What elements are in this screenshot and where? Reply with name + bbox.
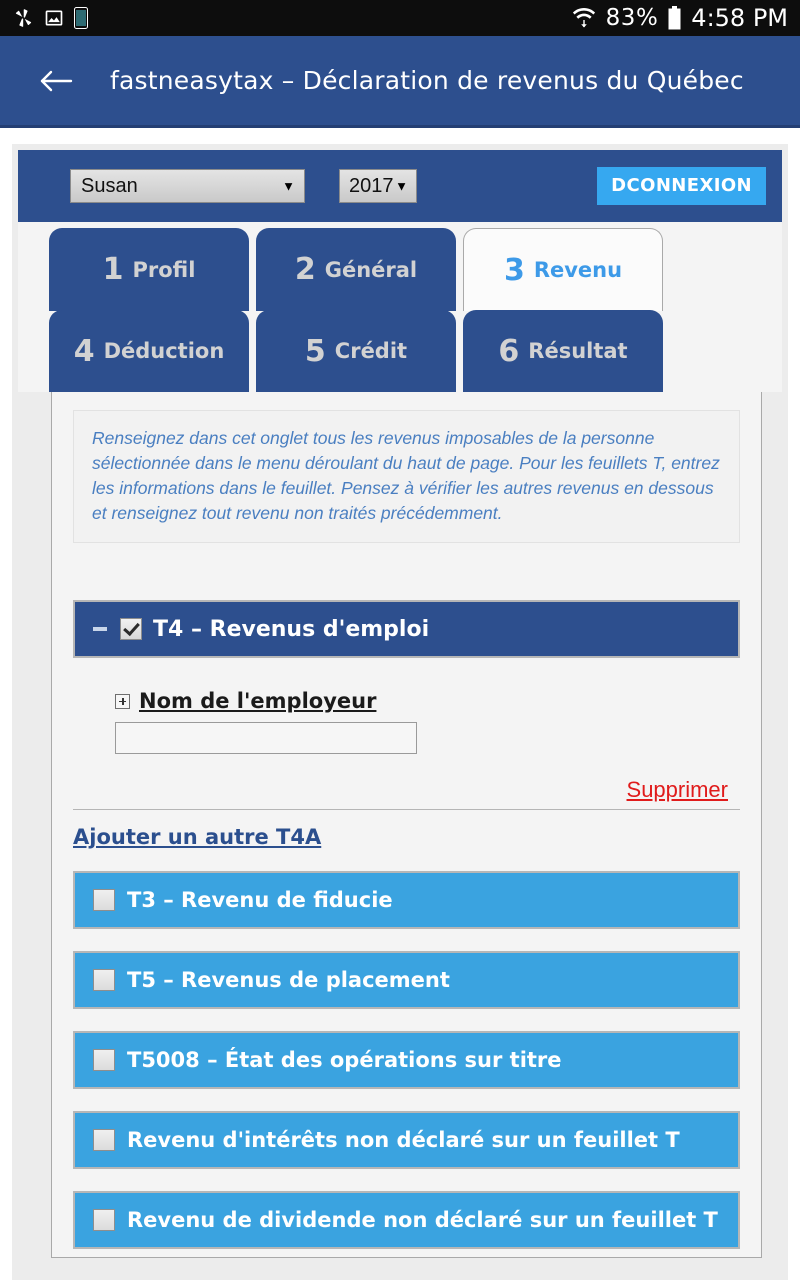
interets-checkbox[interactable] xyxy=(93,1129,115,1152)
battery-icon xyxy=(668,6,681,30)
income-row-label: T5 – Revenus de placement xyxy=(127,968,450,993)
status-bar-system-icons: 83% 4:58 PM xyxy=(572,4,788,32)
pinwheel-icon xyxy=(12,7,34,29)
income-row-t5008[interactable]: T5008 – État des opérations sur titre xyxy=(73,1031,740,1090)
t5-checkbox[interactable] xyxy=(93,969,115,992)
employer-name-input[interactable] xyxy=(115,722,417,755)
minus-icon[interactable] xyxy=(91,621,108,638)
tab-deduction[interactable]: 4 Déduction xyxy=(49,310,249,392)
tab-number: 3 xyxy=(503,252,525,288)
chevron-down-icon: ▼ xyxy=(282,178,295,194)
tab-number: 6 xyxy=(498,333,520,369)
dividende-checkbox[interactable] xyxy=(93,1209,115,1232)
logout-button[interactable]: DCONNEXION xyxy=(597,167,766,205)
status-bar-notification-icons xyxy=(12,7,88,29)
employer-name-field-block: Nom de l'employeur xyxy=(73,658,740,755)
tab-label: Déduction xyxy=(103,339,225,363)
tab-number: 1 xyxy=(102,252,124,287)
tab-profil[interactable]: 1 Profil xyxy=(49,228,249,311)
t5008-checkbox[interactable] xyxy=(93,1049,115,1072)
income-row-dividende[interactable]: Revenu de dividende non déclaré sur un f… xyxy=(73,1191,740,1250)
person-select-value: Susan xyxy=(81,174,138,197)
t3-checkbox[interactable] xyxy=(93,889,115,912)
page-body: Susan ▼ 2017 ▼ DCONNEXION 1 Profil 2 Gén… xyxy=(0,128,800,1280)
t4-section-header[interactable]: T4 – Revenus d'emploi xyxy=(73,600,740,659)
page-title: fastneasytax – Déclaration de revenus du… xyxy=(110,66,744,95)
income-row-interets[interactable]: Revenu d'intérêts non déclaré sur un feu… xyxy=(73,1111,740,1170)
delete-row: Supprimer xyxy=(73,777,740,803)
tab-row-bottom: 4 Déduction 5 Crédit 6 Résultat xyxy=(49,310,782,392)
tab-label: Revenu xyxy=(533,258,623,282)
tab-label: Général xyxy=(324,257,418,282)
year-select[interactable]: 2017 ▼ xyxy=(339,169,417,203)
t4-checkbox[interactable] xyxy=(120,618,142,641)
add-another-t4a-link[interactable]: Ajouter un autre T4A xyxy=(73,825,321,849)
clock-label: 4:58 PM xyxy=(691,4,788,32)
section-divider xyxy=(73,809,740,811)
info-box: Renseignez dans cet onglet tous les reve… xyxy=(73,410,740,544)
tab-row-top: 1 Profil 2 Général 3 Revenu xyxy=(49,228,782,311)
plus-icon[interactable] xyxy=(115,693,130,709)
web-page-container: Susan ▼ 2017 ▼ DCONNEXION 1 Profil 2 Gén… xyxy=(12,144,788,1280)
tab-label: Résultat xyxy=(528,339,628,363)
image-icon xyxy=(44,8,64,28)
tab-number: 2 xyxy=(294,252,316,287)
back-arrow-icon[interactable] xyxy=(34,59,78,103)
tab-resultat[interactable]: 6 Résultat xyxy=(463,310,663,392)
tab-number: 5 xyxy=(304,333,326,369)
income-row-label: T5008 – État des opérations sur titre xyxy=(127,1048,562,1073)
income-row-t3[interactable]: T3 – Revenu de fiducie xyxy=(73,871,740,930)
battery-percent-label: 83% xyxy=(605,5,659,31)
android-status-bar: 83% 4:58 PM xyxy=(0,0,800,36)
employer-name-label-row: Nom de l'employeur xyxy=(115,689,740,713)
tab-label: Profil xyxy=(132,257,196,282)
person-select[interactable]: Susan ▼ xyxy=(70,169,305,203)
employer-name-label: Nom de l'employeur xyxy=(139,689,377,714)
tab-general[interactable]: 2 Général xyxy=(256,228,456,311)
tab-credit[interactable]: 5 Crédit xyxy=(256,310,456,392)
wifi-icon xyxy=(572,5,596,31)
tab-number: 4 xyxy=(73,333,95,369)
income-row-label: Revenu d'intérêts non déclaré sur un feu… xyxy=(127,1128,680,1153)
income-row-label: T3 – Revenu de fiducie xyxy=(127,888,393,913)
t4-section-title: T4 – Revenus d'emploi xyxy=(153,616,430,642)
chevron-down-icon: ▼ xyxy=(395,178,408,194)
delete-t4-link[interactable]: Supprimer xyxy=(627,777,728,803)
wizard-tabs: 1 Profil 2 Général 3 Revenu 4 Déduction xyxy=(18,222,782,392)
year-select-value: 2017 xyxy=(349,174,394,197)
income-row-label: Revenu de dividende non déclaré sur un f… xyxy=(127,1208,718,1233)
info-box-text: Renseignez dans cet onglet tous les reve… xyxy=(92,428,720,523)
revenu-tab-panel: Renseignez dans cet onglet tous les reve… xyxy=(51,392,762,1258)
tab-revenu[interactable]: 3 Revenu xyxy=(463,228,663,311)
income-row-t5[interactable]: T5 – Revenus de placement xyxy=(73,951,740,1010)
phone-icon xyxy=(74,7,88,29)
app-bar: fastneasytax – Déclaration de revenus du… xyxy=(0,36,800,128)
tab-label: Crédit xyxy=(334,339,408,363)
account-toolbar: Susan ▼ 2017 ▼ DCONNEXION xyxy=(18,150,782,222)
